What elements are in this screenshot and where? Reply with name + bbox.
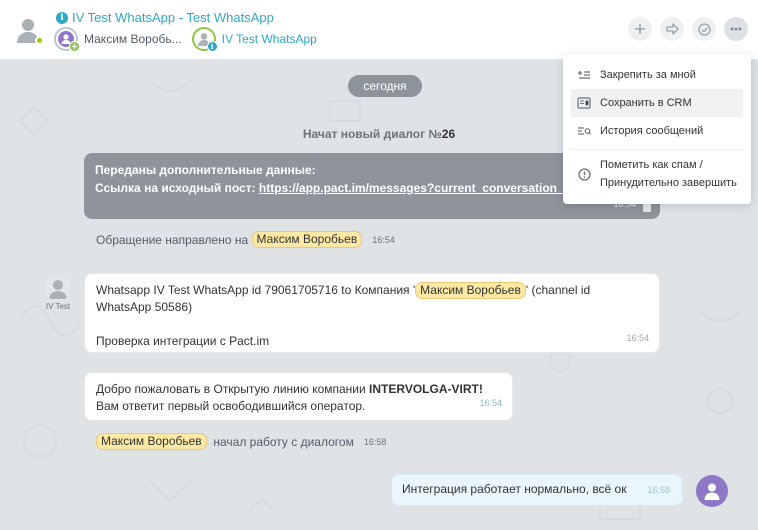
pin-icon [577,68,591,82]
header-actions [628,17,748,41]
dialog-actions-menu: Закрепить за мной Сохранить в CRM Истори… [563,54,751,204]
line-name: IV Test WhatsApp [221,32,317,46]
crm-save-icon [577,96,591,110]
routed-notice: Обращение направлено на Максим Воробьев … [96,231,395,248]
client-avatar[interactable] [14,16,44,45]
check-circle-icon [697,22,711,36]
operator-tag[interactable]: Максим Воробьев [96,433,207,450]
operator-tag[interactable]: Максим Воробьев [415,282,526,299]
welcome-message: Добро пожаловать в Открытую линию компан… [84,372,513,421]
operator-name: Максим Воробь... [84,32,182,46]
date-separator: сегодня [348,75,422,97]
user-placeholder-icon [49,280,67,299]
integration-message: Whatsapp IV Test WhatsApp id 79061705716… [84,273,660,353]
delivered-icon [643,204,651,212]
operator-avatar [54,27,80,52]
menu-divider [571,149,743,150]
source-post-link[interactable]: https://app.pact.im/messages?current_con… [259,181,581,195]
line-bot-avatar: IV Test [44,275,72,311]
warning-circle-icon [577,167,591,181]
more-dots-icon [730,27,742,31]
plus-icon [635,24,645,34]
transfer-arrow-icon [665,23,679,35]
line-info-icon: i [206,41,218,52]
transfer-button[interactable] [660,17,684,41]
more-button[interactable] [724,17,748,41]
info-icon: i [56,11,68,24]
dialog-number: 26 [441,127,456,141]
operator-chip[interactable]: Максим Воробь... [54,27,182,52]
operator-status-icon [69,41,80,52]
operator-self-avatar[interactable] [696,475,728,507]
online-status-dot [35,36,44,45]
line-avatar: i [191,27,218,52]
dialog-header: i IV Test WhatsApp - Test WhatsApp Макси… [0,0,758,60]
operator-tag[interactable]: Максим Воробьев [251,231,363,248]
line-chip[interactable]: i IV Test WhatsApp [191,27,317,52]
add-user-button[interactable] [628,17,652,41]
menu-item-history[interactable]: История сообщений [563,117,751,145]
finish-dialog-button[interactable] [692,17,716,41]
operator-started-notice: Максим Воробьев начал работу с диалогом … [96,433,386,450]
history-icon [577,124,591,138]
menu-item-save-crm[interactable]: Сохранить в CRM [571,89,743,117]
dialog-title[interactable]: i IV Test WhatsApp - Test WhatsApp [56,10,274,25]
outgoing-message: Интеграция работает нормально, всё ок 16… [391,474,683,506]
user-icon [704,483,720,500]
menu-item-pin[interactable]: Закрепить за мной [563,61,751,89]
menu-item-spam-finish[interactable]: Пометить как спам / Принудительно заверш… [563,154,751,194]
